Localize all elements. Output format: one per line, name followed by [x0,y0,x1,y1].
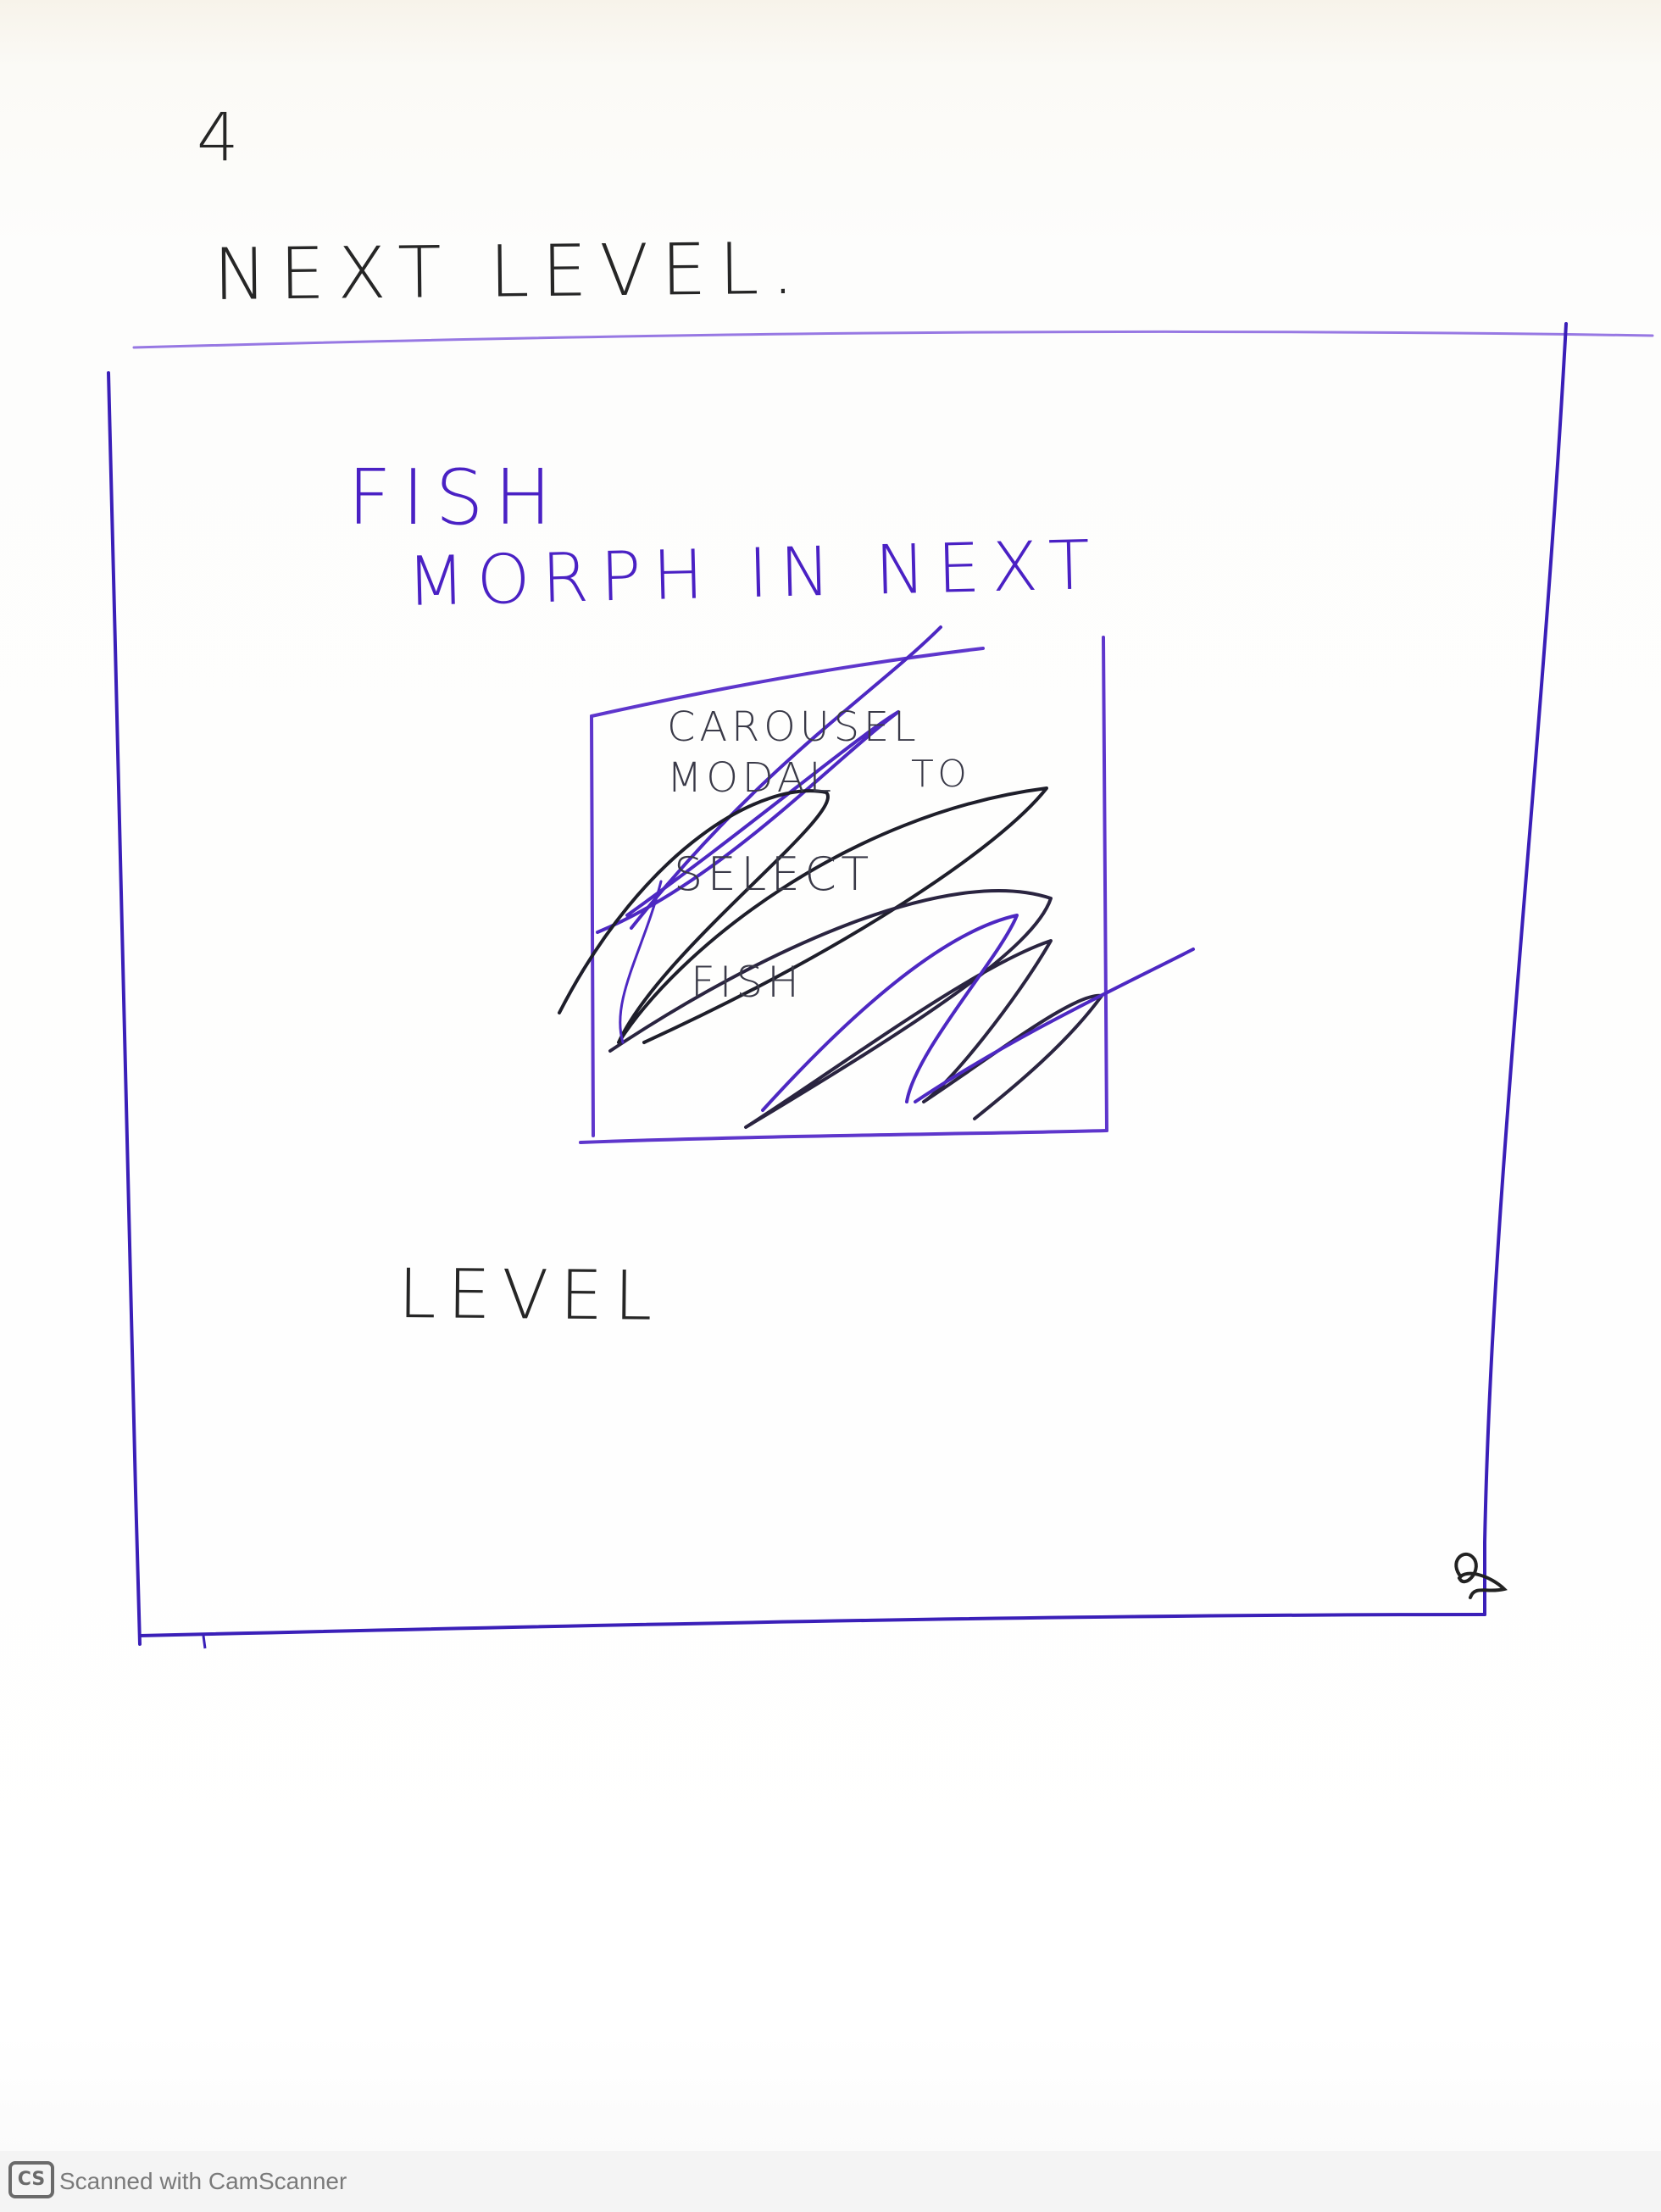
struck-text-modal: MODAL [667,754,836,802]
page-number: 4 [197,100,239,176]
corner-scribble [1454,1553,1508,1599]
note-line-level: LEVEL [397,1254,664,1336]
screen-frame-top [108,358,475,373]
scanner-watermark-text: Scanned with CamScanner [59,2168,347,2194]
camscanner-logo-icon: CS [8,2161,54,2198]
frame-corner-tick [202,1635,207,1649]
scanner-watermark-bar: CS Scanned with CamScanner [0,2151,1661,2212]
struck-text-to: TO [911,753,971,796]
note-line-fish: FISH [347,453,563,542]
struck-text-select: SELECT [674,848,874,901]
screen-frame-right [1483,322,1568,1616]
sketch-heading: NEXT LEVEL. [213,226,808,316]
struck-out-modal-notes: CAROUSEL MODAL TO SELECT FISH [589,644,1114,1187]
struck-text-fish: FISH [691,958,803,1007]
screen-frame-left [107,371,142,1646]
screen-frame-bottom [138,1613,1486,1637]
top-divider-line [132,330,1654,349]
struck-text-carousel: CAROUSEL [667,703,920,751]
